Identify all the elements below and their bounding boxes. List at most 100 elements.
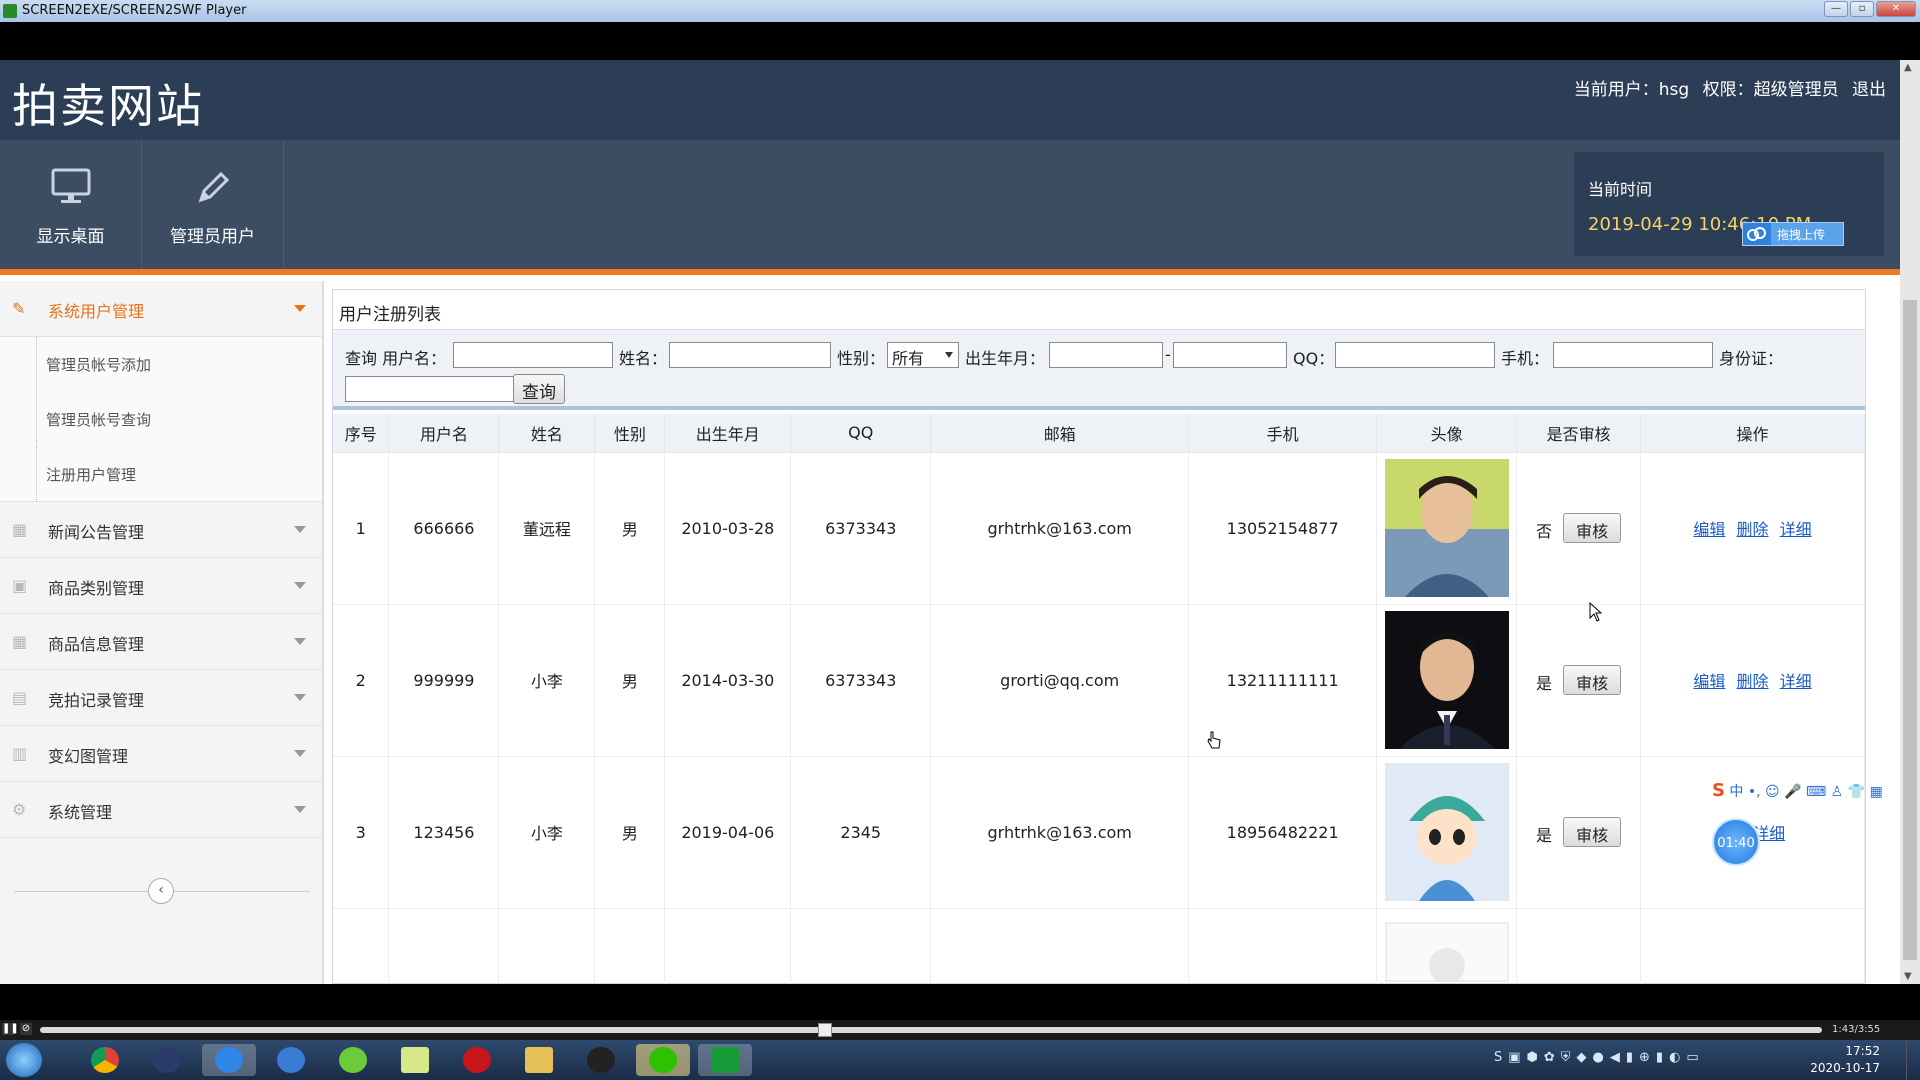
taskbar-player[interactable] bbox=[698, 1044, 752, 1076]
gender-select[interactable]: 所有 bbox=[887, 342, 959, 368]
taskbar-app-5[interactable] bbox=[326, 1044, 380, 1076]
edit-link[interactable]: 编辑 bbox=[1693, 672, 1725, 691]
audit-button[interactable]: 审核 bbox=[1563, 513, 1622, 543]
nav-admin-user[interactable]: 管理员用户 bbox=[142, 140, 284, 269]
search-form: 查询 用户名： 姓名： 性别： 所有 出生年月： - QQ： 手机： 身份证： … bbox=[333, 330, 1865, 410]
taskbar-qq[interactable] bbox=[574, 1044, 628, 1076]
settings-icon[interactable]: ⊘ bbox=[20, 1023, 32, 1035]
shirt-icon[interactable]: 👕 bbox=[1848, 784, 1865, 800]
taskbar-wechat[interactable] bbox=[636, 1044, 690, 1076]
table-header-row: 序号 用户名 姓名 性别 出生年月 QQ 邮箱 手机 头像 是否审核 操作 bbox=[333, 414, 1865, 453]
caret-down-icon bbox=[294, 638, 306, 645]
sogou-icon[interactable]: S bbox=[1712, 780, 1725, 801]
sidebar-group-products[interactable]: ▦ 商品信息管理 bbox=[0, 614, 322, 670]
pause-icon[interactable]: ❚❚ bbox=[2, 1023, 19, 1035]
main-panel: 用户注册列表 查询 用户名： 姓名： 性别： 所有 出生年月： - QQ： 手机… bbox=[332, 289, 1866, 984]
pencil-icon: ✎ bbox=[12, 299, 26, 318]
taskbar-browser[interactable] bbox=[264, 1044, 318, 1076]
user-icon[interactable]: ♙ bbox=[1831, 784, 1844, 800]
sidebar-group-label: 商品信息管理 bbox=[48, 635, 145, 654]
grid-icon: ▦ bbox=[12, 520, 28, 539]
detail-link[interactable]: 详细 bbox=[1780, 672, 1812, 691]
minimize-icon[interactable]: — bbox=[1824, 1, 1848, 17]
taskbar-flash[interactable] bbox=[450, 1044, 504, 1076]
cell-email: grhtrhk@163.com bbox=[930, 756, 1190, 909]
search-button[interactable]: 查询 bbox=[513, 374, 565, 404]
taskbar-app-6[interactable] bbox=[388, 1044, 442, 1076]
taskbar-clock[interactable]: 17:52 2020-10-17 bbox=[1810, 1043, 1880, 1077]
nav-show-desktop[interactable]: 显示桌面 bbox=[0, 140, 142, 269]
emoji-icon[interactable]: ☺ bbox=[1765, 784, 1780, 800]
wechat-icon bbox=[649, 1047, 677, 1073]
sidebar-group-system-users[interactable]: ✎ 系统用户管理 bbox=[0, 281, 322, 337]
tree-line bbox=[36, 392, 37, 447]
taskbar-baidu-pan[interactable] bbox=[202, 1044, 256, 1076]
delete-link[interactable]: 删除 bbox=[1737, 672, 1769, 691]
drag-upload-button[interactable]: 拖拽上传 bbox=[1742, 222, 1844, 246]
start-button[interactable] bbox=[6, 1043, 42, 1077]
sidebar-item-admin-add[interactable]: 管理员帐号添加 bbox=[0, 337, 322, 392]
seek-track[interactable] bbox=[40, 1027, 1822, 1033]
pencil-icon bbox=[198, 171, 229, 203]
scroll-up-icon[interactable]: ▲ bbox=[1904, 62, 1912, 73]
sidebar-item-admin-query[interactable]: 管理员帐号查询 bbox=[0, 392, 322, 447]
col-birth: 出生年月 bbox=[664, 414, 792, 453]
delete-link[interactable]: 删除 bbox=[1737, 520, 1769, 539]
scroll-down-icon[interactable]: ▼ bbox=[1904, 971, 1912, 982]
sidebar-group-label: 变幻图管理 bbox=[48, 747, 129, 766]
keyboard-icon[interactable]: ⌨ bbox=[1806, 784, 1826, 800]
taskbar-explorer[interactable] bbox=[512, 1044, 566, 1076]
show-desktop-button[interactable] bbox=[1906, 1040, 1920, 1080]
sidebar-group-categories[interactable]: ▣ 商品类别管理 bbox=[0, 558, 322, 614]
edit-link[interactable]: 编辑 bbox=[1693, 520, 1725, 539]
chevron-left-icon[interactable]: ‹ bbox=[148, 878, 174, 904]
cell-empty bbox=[1640, 908, 1865, 984]
birth-label: 出生年月： bbox=[965, 349, 1046, 368]
recording-timer-badge[interactable]: 01:40 bbox=[1712, 818, 1760, 866]
ime-chinese-icon[interactable]: 中 bbox=[1729, 784, 1743, 800]
cell-avatar bbox=[1376, 756, 1518, 909]
audit-button[interactable]: 审核 bbox=[1563, 817, 1622, 847]
cell-avatar bbox=[1376, 452, 1518, 605]
page-scrollbar[interactable]: ▲ ▼ bbox=[1900, 60, 1920, 984]
clock-time: 17:52 bbox=[1845, 1044, 1880, 1058]
idcard-label: 身份证： bbox=[1719, 349, 1784, 368]
table-icon: ▤ bbox=[12, 688, 28, 707]
drag-upload-label: 拖拽上传 bbox=[1777, 228, 1826, 242]
cell-birth: 2014-03-30 bbox=[664, 604, 792, 757]
idcard-input[interactable] bbox=[345, 376, 541, 402]
detail-link[interactable]: 详细 bbox=[1780, 520, 1812, 539]
seek-knob[interactable] bbox=[818, 1023, 832, 1037]
audit-button[interactable]: 审核 bbox=[1563, 665, 1622, 695]
logout-link[interactable]: 退出 bbox=[1852, 80, 1886, 100]
sidebar-group-slideshow[interactable]: ▥ 变幻图管理 bbox=[0, 726, 322, 782]
phone-input[interactable] bbox=[1553, 342, 1713, 368]
ime-toolbar[interactable]: S 中 •, ☺ 🎤 ⌨ ♙ 👕 ▦ bbox=[1712, 780, 1920, 804]
sidebar-group-system[interactable]: ⚙ 系统管理 bbox=[0, 782, 322, 838]
col-audited: 是否审核 bbox=[1516, 414, 1642, 453]
maximize-icon[interactable]: ▫ bbox=[1850, 1, 1874, 17]
name-input[interactable] bbox=[669, 342, 831, 368]
col-phone: 手机 bbox=[1188, 414, 1378, 453]
cell-qq: 6373343 bbox=[790, 604, 932, 757]
taskbar-chrome[interactable] bbox=[78, 1044, 132, 1076]
nav-admin-user-label: 管理员用户 bbox=[170, 227, 255, 247]
birth-end-input[interactable] bbox=[1173, 342, 1287, 368]
ime-punct-icon[interactable]: •, bbox=[1748, 784, 1761, 800]
sidebar-group-news[interactable]: ▦ 新闻公告管理 bbox=[0, 502, 322, 558]
sidebar-group-bids[interactable]: ▤ 竞拍记录管理 bbox=[0, 670, 322, 726]
grid-icon[interactable]: ▦ bbox=[1870, 784, 1883, 800]
birth-start-input[interactable] bbox=[1049, 342, 1163, 368]
cell-empty bbox=[594, 908, 666, 984]
close-icon[interactable]: ✕ bbox=[1876, 1, 1916, 17]
qq-input[interactable] bbox=[1335, 342, 1495, 368]
username-input[interactable] bbox=[453, 342, 613, 368]
sidebar-item-label: 注册用户管理 bbox=[46, 466, 137, 484]
mic-icon[interactable]: 🎤 bbox=[1784, 784, 1801, 800]
taskbar-app-2[interactable] bbox=[140, 1044, 194, 1076]
system-tray[interactable]: S▣⬢✿⛨◆●◀▮⊕▮◐▭ bbox=[1494, 1050, 1705, 1065]
sidebar-item-registered-users[interactable]: 注册用户管理 bbox=[0, 447, 322, 502]
folder-icon bbox=[525, 1047, 553, 1073]
scroll-thumb[interactable] bbox=[1903, 300, 1917, 960]
cell-email: grorti@qq.com bbox=[930, 604, 1190, 757]
